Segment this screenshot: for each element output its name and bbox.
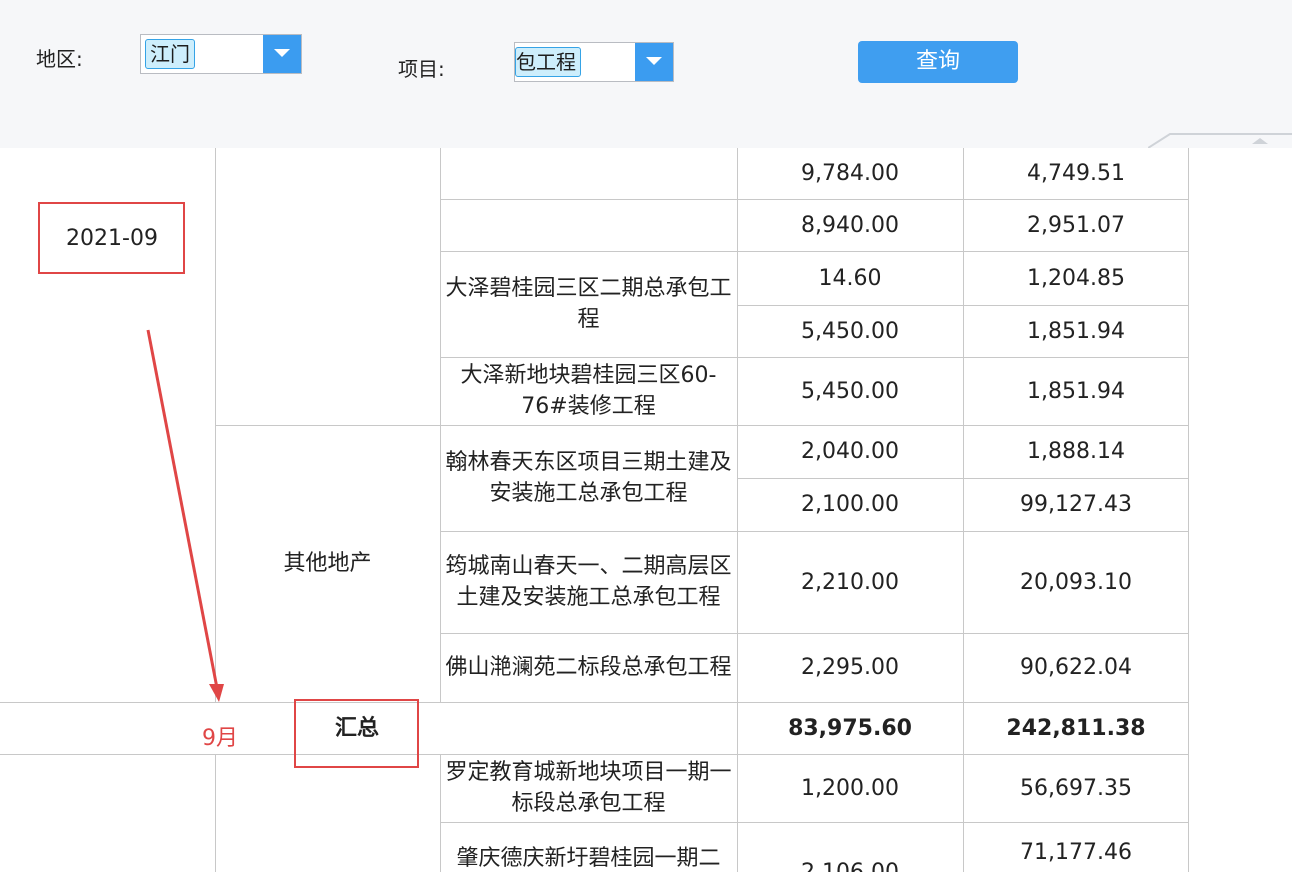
value1-cell: 1,200.00 <box>801 775 899 801</box>
summary-value2: 242,811.38 <box>1006 715 1146 741</box>
filter-bar: 地区: 江门 项目: 包工程 查询 <box>0 0 1292 148</box>
value1-cell: 2,040.00 <box>801 439 899 464</box>
value2-cell: 1,851.94 <box>1027 318 1125 344</box>
value2-cell: 71,177.46 <box>1020 839 1132 865</box>
region-select[interactable]: 江门 <box>140 34 302 74</box>
value2-cell: 1,204.85 <box>1027 265 1125 291</box>
value1-cell: 2,295.00 <box>801 655 899 680</box>
report-table: 2021-09 其他地产 9,784.00 4,749.51 8,940.00 … <box>0 148 1292 872</box>
project-dropdown-button[interactable] <box>635 43 673 81</box>
value2-cell: 1,851.94 <box>1027 378 1125 404</box>
region-label: 地区: <box>36 47 83 71</box>
chevron-down-icon <box>274 49 290 57</box>
project-name-cell: 罗定教育城新地块项目一期一标段总承包工程 <box>445 760 732 816</box>
category-cell: 其他地产 <box>283 551 372 576</box>
value2-cell: 1,888.14 <box>1027 439 1125 464</box>
value1-cell: 2,106.00 <box>801 859 899 872</box>
grid-line <box>215 754 216 872</box>
value2-cell: 56,697.35 <box>1020 775 1132 801</box>
annotation-box-summary <box>294 699 419 768</box>
annotation-box-period <box>38 202 185 274</box>
value1-cell: 2,210.00 <box>801 569 899 595</box>
value2-cell: 90,622.04 <box>1020 655 1132 680</box>
summary-value1: 83,975.60 <box>788 715 912 741</box>
project-name-cell: 大泽新地块碧桂园三区60-76#装修工程 <box>460 363 717 419</box>
annotation-month-label: 9月 <box>202 726 238 751</box>
value1-cell: 14.60 <box>818 265 882 291</box>
value1-cell: 2,100.00 <box>801 492 899 517</box>
region-select-value: 江门 <box>145 39 195 69</box>
project-name-cell: 佛山滟澜苑二标段总承包工程 <box>445 655 732 680</box>
project-select-value: 包工程 <box>515 47 581 77</box>
value2-cell: 4,749.51 <box>1027 161 1125 186</box>
region-dropdown-button[interactable] <box>263 35 301 73</box>
project-name-cell: 筠城南山春天一、二期高层区土建及安装施工总承包工程 <box>445 554 732 610</box>
project-label: 项目: <box>398 57 445 81</box>
grid-line <box>440 822 1189 823</box>
value2-cell: 2,951.07 <box>1027 212 1125 238</box>
value1-cell: 8,940.00 <box>801 212 899 238</box>
project-name-cell: 大泽碧桂园三区二期总承包工程 <box>445 276 732 332</box>
chevron-down-icon <box>646 57 662 65</box>
value1-cell: 9,784.00 <box>801 161 899 186</box>
value2-cell: 20,093.10 <box>1020 569 1132 595</box>
value1-cell: 5,450.00 <box>801 378 899 404</box>
query-button[interactable]: 查询 <box>858 41 1018 83</box>
project-name-cell: 翰林春天东区项目三期土建及安装施工总承包工程 <box>445 450 732 506</box>
value2-cell: 99,127.43 <box>1020 492 1132 517</box>
value1-cell: 5,450.00 <box>801 318 899 344</box>
scroll-up-notch-icon[interactable] <box>1148 130 1292 148</box>
project-select[interactable]: 包工程 <box>514 42 674 82</box>
project-name-cell: 肇庆德庆新圩碧桂园一期二 <box>456 845 721 871</box>
